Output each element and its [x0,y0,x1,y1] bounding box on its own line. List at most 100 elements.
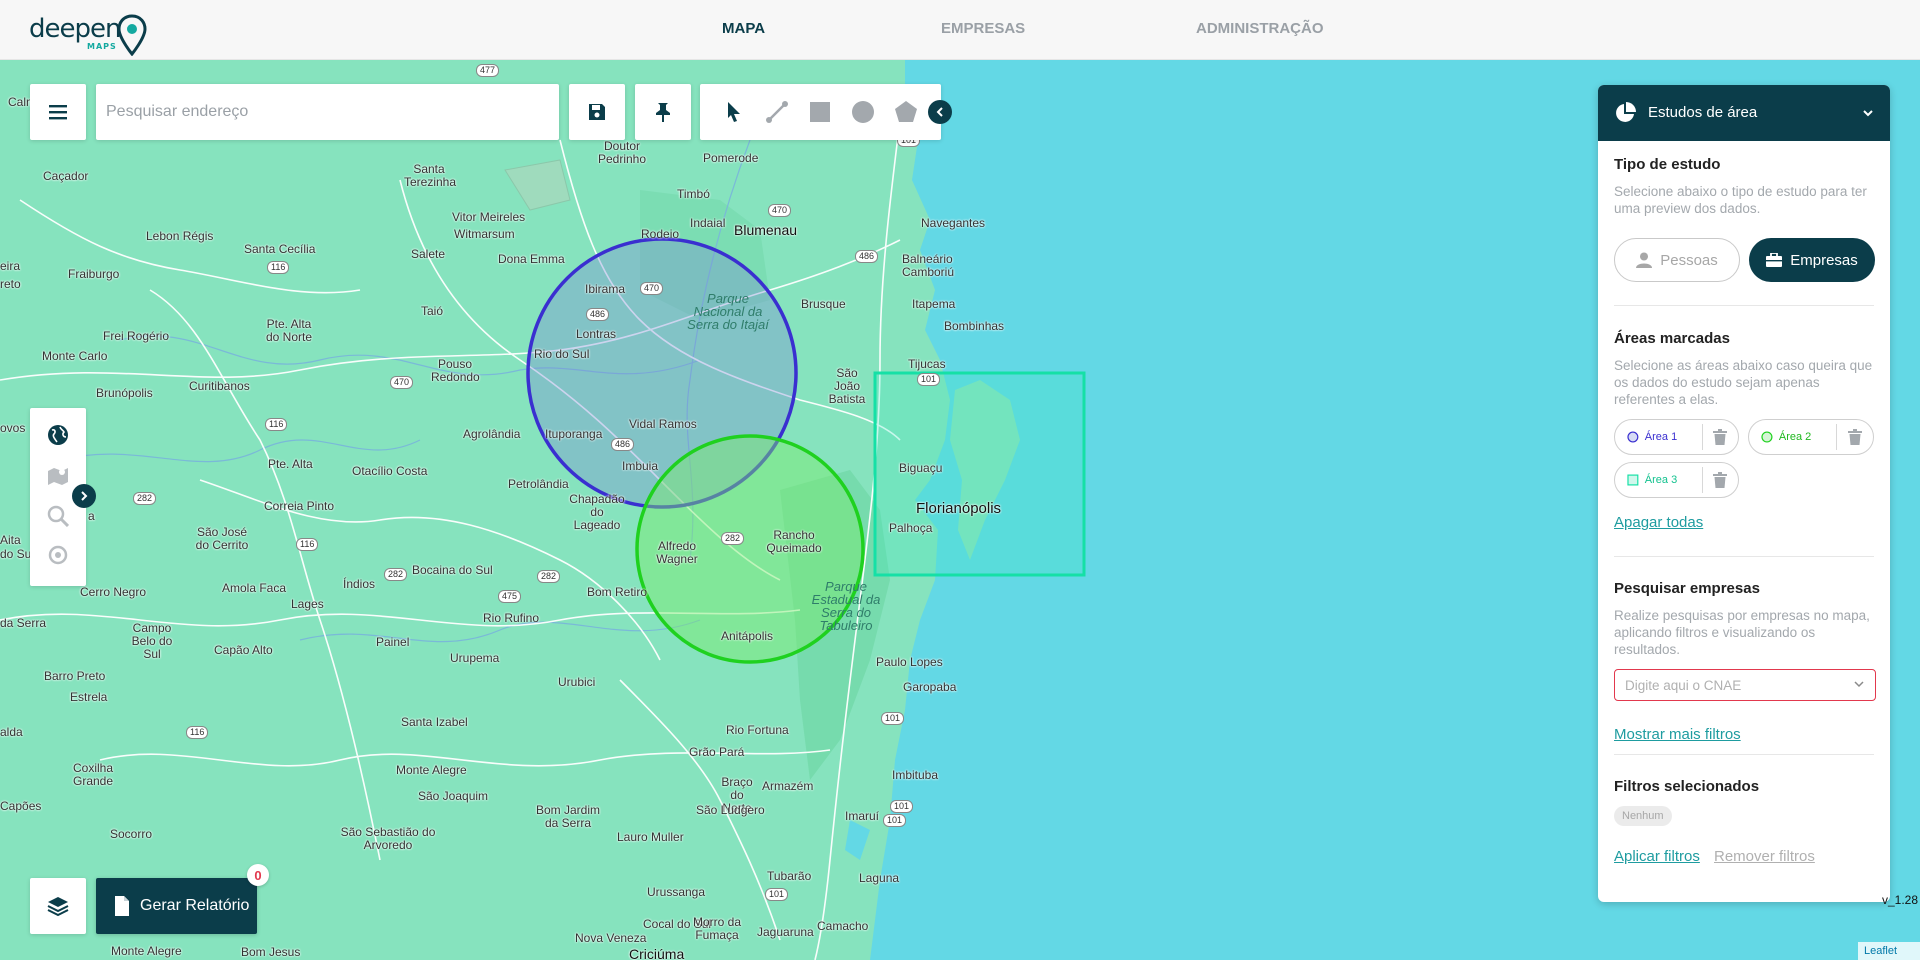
sidebar-item-globe[interactable] [46,423,70,447]
area-3-label[interactable]: Área 3 [1645,474,1702,486]
place-label: Ituporanga [545,427,603,441]
top-header: deepen MAPS MAPA EMPRESAS ADMINISTRAÇÃO [0,0,1920,60]
place-label: Rodeio [641,227,680,241]
place-label: Brusque [801,297,846,311]
place-label: São Sebastião do Arvoredo [340,825,436,852]
area-2-label[interactable]: Área 2 [1779,431,1836,443]
trash-icon [1713,429,1728,445]
location-icon [48,545,68,565]
panel-header[interactable]: Estudos de área [1598,85,1890,141]
place-label: Frei Rogério [103,329,170,343]
place-label: Navegantes [921,216,986,230]
place-label: Morro da Fumaça [692,915,742,942]
apply-filters-link[interactable]: Aplicar filtros [1614,848,1700,865]
sidebar-item-location[interactable] [46,544,70,568]
road-shield: 101 [881,712,905,725]
trash-icon [1713,472,1728,488]
no-filter-chip: Nenhum [1614,806,1672,826]
road-shield: 116 [186,726,209,739]
cnae-select[interactable]: Digite aqui o CNAE [1614,669,1876,701]
draw-polygon-tool[interactable] [892,98,920,126]
place-label: a [88,509,95,523]
sidebar-item-map[interactable] [46,464,70,488]
layers-button[interactable] [30,878,86,934]
draw-rectangle-tool[interactable] [806,98,834,126]
place-label: Agrolândia [463,427,521,441]
area-1-chip: Área 1 [1614,419,1739,455]
place-label: Pte. Alta do Norte [265,317,313,344]
remove-filters-link[interactable]: Remover filtros [1714,848,1815,865]
place-label: Painel [376,635,410,649]
save-icon [589,104,605,120]
chevron-left-icon [936,107,943,117]
place-label: Capão Alto [214,643,273,657]
place-label: Dona Emma [498,252,565,266]
place-label: São João Batista [828,366,866,406]
collapse-toolbar-button[interactable] [928,100,952,124]
draw-line-tool[interactable] [763,98,791,126]
place-label: Jaguaruna [757,925,814,939]
nav-empresas[interactable]: EMPRESAS [941,0,1025,60]
sidebar-item-zoom[interactable] [46,504,70,528]
logo[interactable]: deepen MAPS [29,12,149,56]
place-label: alda [0,725,23,739]
place-label: Rio Fortuna [726,723,789,737]
menu-button[interactable] [30,84,86,140]
place-label: Lages [291,597,324,611]
square-icon [810,102,830,122]
place-label: Cerro Negro [80,585,147,599]
panel-title: Estudos de área [1648,104,1758,121]
search-input[interactable] [96,84,559,140]
chevron-down-icon[interactable] [1862,110,1874,118]
place-label: Timbó [677,187,710,201]
leaflet-attribution[interactable]: Leaflet [1858,942,1920,960]
place-label: Grão Pará [689,745,745,759]
place-label: Imaruí [845,809,880,823]
place-label: Witmarsum [454,227,515,241]
empresas-button[interactable]: Empresas [1749,238,1875,282]
draw-select-tool[interactable] [720,98,748,126]
section-desc-pesquisar: Realize pesquisas por empresas no mapa, … [1614,608,1870,657]
delete-area-2-button[interactable] [1837,429,1873,445]
place-label: Campo Belo do Sul [131,621,173,661]
delete-area-1-button[interactable] [1703,429,1738,445]
place-label: Laguna [859,871,900,885]
place-label: Paulo Lopes [876,655,943,669]
save-button[interactable] [569,84,625,140]
person-icon [1636,252,1653,268]
place-label: São José do Cerrito [195,525,249,552]
nav-mapa[interactable]: MAPA [722,0,765,60]
place-label: Coxilha Grande [72,761,114,788]
expand-sidebar-button[interactable] [72,484,96,508]
road-shield: 475 [498,590,522,603]
section-desc-areas: Selecione as áreas abaixo caso queira qu… [1614,358,1873,407]
place-label: Bom Retiro [587,585,648,599]
place-label: Fraiburgo [68,267,120,281]
place-label: da Serra [0,616,47,630]
delete-area-3-button[interactable] [1703,472,1738,488]
pessoas-button[interactable]: Pessoas [1614,238,1740,282]
logo-text: deepen [29,14,121,44]
place-label: Urubici [558,675,596,689]
chevron-right-icon [81,491,88,501]
place-label: Pomerode [703,151,759,165]
nav-administracao[interactable]: ADMINISTRAÇÃO [1196,0,1324,60]
more-filters-link[interactable]: Mostrar mais filtros [1614,726,1741,743]
section-title-pesquisar: Pesquisar empresas [1614,580,1760,597]
generate-report-button[interactable]: Gerar Relatório [96,878,257,934]
road-shield: 282 [721,532,745,545]
place-label: São Ludgero [696,803,765,817]
delete-all-link[interactable]: Apagar todas [1614,514,1703,531]
pessoas-label: Pessoas [1660,251,1718,269]
road-shield: 116 [265,418,288,431]
section-title-tipo: Tipo de estudo [1614,156,1721,173]
place-label: Doutor Pedrinho [597,139,647,166]
area-1-label[interactable]: Área 1 [1645,431,1702,443]
place-label: eira [0,259,21,273]
draw-circle-tool[interactable] [849,98,877,126]
area-study-panel: Estudos de área Tipo de estudo Selecione… [1598,85,1890,902]
place-label: Lontras [576,327,617,341]
place-label: Lebon Régis [146,229,214,243]
pin-button[interactable] [635,84,691,140]
place-label: Estrela [70,690,108,704]
